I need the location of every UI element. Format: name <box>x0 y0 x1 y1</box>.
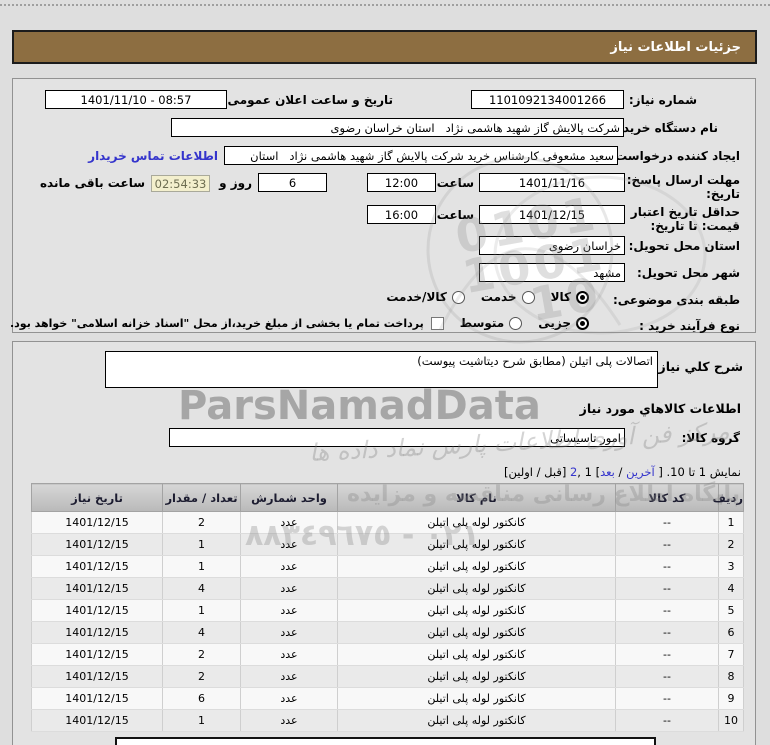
items-table: ردیف کد کالا نام کالا واحد شمارش تعداد /… <box>31 483 744 732</box>
need-number-input[interactable]: 1101092134001266 <box>471 90 624 109</box>
col-date: تاریخ نیاز <box>32 484 163 512</box>
radio-service[interactable]: خدمت <box>481 290 535 304</box>
items-panel: شرح کلي نیاز: اتصالات پلی اتیلن (مطابق ش… <box>12 341 756 745</box>
need-description-textarea[interactable]: اتصالات پلی اتیلن (مطابق شرح دیتاشیت پیو… <box>105 351 658 388</box>
delivery-province-label: استان محل تحویل: <box>629 239 740 253</box>
radio-goods[interactable]: کالا <box>551 290 589 304</box>
announce-datetime-label: تاریخ و ساعت اعلان عمومی: <box>223 93 393 107</box>
delivery-city-input[interactable]: مشهد <box>479 263 625 282</box>
remaining-days-input[interactable]: 6 <box>258 173 327 192</box>
col-qty: تعداد / مقدار <box>163 484 241 512</box>
table-row: 7--کانکتور لوله پلی اتیلنعدد21401/12/15 <box>32 644 744 666</box>
need-info-panel: شماره نیاز: 1101092134001266 تاریخ و ساع… <box>12 78 756 333</box>
table-row: 4--کانکتور لوله پلی اتیلنعدد41401/12/15 <box>32 578 744 600</box>
radio-medium-icon[interactable] <box>509 317 522 330</box>
delivery-province-input[interactable]: خراسان رضوی <box>479 236 625 255</box>
table-row: 8--کانکتور لوله پلی اتیلنعدد21401/12/15 <box>32 666 744 688</box>
pagination-last-link[interactable]: آخرین <box>626 465 655 479</box>
table-row: 2--کانکتور لوله پلی اتیلنعدد11401/12/15 <box>32 534 744 556</box>
subject-class-label: طبقه بندی موضوعی: <box>613 293 740 307</box>
hours-remaining-label: ساعت باقی مانده <box>40 176 145 190</box>
price-validity-label: حداقل تاریخ اعتبار قیمت: تا تاریخ: <box>631 205 740 233</box>
radio-goods-service[interactable]: کالا/خدمت <box>386 290 465 304</box>
table-row: 9--کانکتور لوله پلی اتیلنعدد61401/12/15 <box>32 688 744 710</box>
table-row: 1--کانکتور لوله پلی اتیلنعدد21401/12/15 <box>32 512 744 534</box>
request-creator-input[interactable]: سعید مشعوفی کارشناس خرید شرکت پالایش گاز… <box>224 146 618 165</box>
pagination-next-link[interactable]: بعد <box>600 465 615 479</box>
page-title: جزئیات اطلاعات نیاز <box>12 30 757 64</box>
reply-deadline-label: مهلت ارسال پاسخ: تا تاریخ: <box>614 173 741 201</box>
reply-deadline-date-input[interactable]: 1401/11/16 <box>479 173 625 192</box>
price-validity-date-input[interactable]: 1401/12/15 <box>479 205 625 224</box>
countdown-timer: 02:54:33 <box>151 175 210 192</box>
subject-class-radio-group: کالا خدمت کالا/خدمت <box>386 290 589 304</box>
purchase-type-label: نوع فرآیند خرید : <box>639 319 740 333</box>
items-table-header: ردیف کد کالا نام کالا واحد شمارش تعداد /… <box>32 484 744 512</box>
treasury-checkbox-item[interactable]: پرداخت تمام یا بخشی از مبلغ خرید،از محل … <box>10 317 444 330</box>
goods-group-input[interactable]: امور تاسیساتی <box>169 428 625 447</box>
pagination-range-text: نمایش 1 تا 10. [ <box>655 465 741 479</box>
radio-goods-service-icon[interactable] <box>452 291 465 304</box>
table-row: 10--کانکتور لوله پلی اتیلنعدد11401/12/15 <box>32 710 744 732</box>
pagination: نمایش 1 تا 10. [ آخرین / بعد] 1 ,2 [قبل … <box>504 465 741 479</box>
next-description-textarea[interactable] <box>115 737 656 745</box>
radio-medium[interactable]: متوسط <box>460 316 523 330</box>
table-row: 6--کانکتور لوله پلی اتیلنعدد41401/12/15 <box>32 622 744 644</box>
col-code: کد کالا <box>616 484 719 512</box>
reply-deadline-time-input[interactable]: 12:00 <box>367 173 436 192</box>
col-unit: واحد شمارش <box>241 484 338 512</box>
radio-service-icon[interactable] <box>522 291 535 304</box>
delivery-city-label: شهر محل تحویل: <box>637 266 740 280</box>
request-creator-label: ایجاد کننده درخواست: <box>610 149 740 163</box>
table-row: 5--کانکتور لوله پلی اتیلنعدد11401/12/15 <box>32 600 744 622</box>
top-divider <box>0 4 770 6</box>
table-row: 3--کانکتور لوله پلی اتیلنعدد11401/12/15 <box>32 556 744 578</box>
col-row: ردیف <box>719 484 744 512</box>
radio-minor-icon[interactable] <box>576 317 589 330</box>
treasury-checkbox-label: پرداخت تمام یا بخشی از مبلغ خرید،از محل … <box>10 317 424 330</box>
treasury-checkbox[interactable] <box>431 317 444 330</box>
days-and-label: روز و <box>219 176 252 190</box>
col-name: نام کالا <box>338 484 616 512</box>
announce-datetime-input[interactable]: 1401/11/10 - 08:57 <box>45 90 227 109</box>
goods-group-label: گروه کالا: <box>682 431 740 445</box>
price-validity-hour-label: ساعت <box>437 208 474 222</box>
need-desc-label: شرح کلي نیاز: <box>654 359 743 374</box>
goods-info-title: اطلاعات کالاهاي مورد نیاز <box>580 401 741 416</box>
purchase-type-radio-group: جزیی متوسط پرداخت تمام یا بخشی از مبلغ خ… <box>10 316 589 330</box>
price-validity-time-input[interactable]: 16:00 <box>367 205 436 224</box>
need-number-label: شماره نیاز: <box>629 93 697 107</box>
pagination-current-page: 1 <box>585 465 592 479</box>
buyer-contact-link[interactable]: اطلاعات تماس خریدار <box>88 149 218 163</box>
pagination-prev-first-text: [قبل / اولین] <box>504 465 570 479</box>
buyer-org-input[interactable]: شرکت پالایش گاز شهید هاشمی نژاد استان خر… <box>171 118 624 137</box>
page-title-text: جزئیات اطلاعات نیاز <box>610 40 741 55</box>
radio-goods-icon[interactable] <box>576 291 589 304</box>
radio-minor[interactable]: جزیی <box>538 316 589 330</box>
reply-deadline-hour-label: ساعت <box>437 176 474 190</box>
